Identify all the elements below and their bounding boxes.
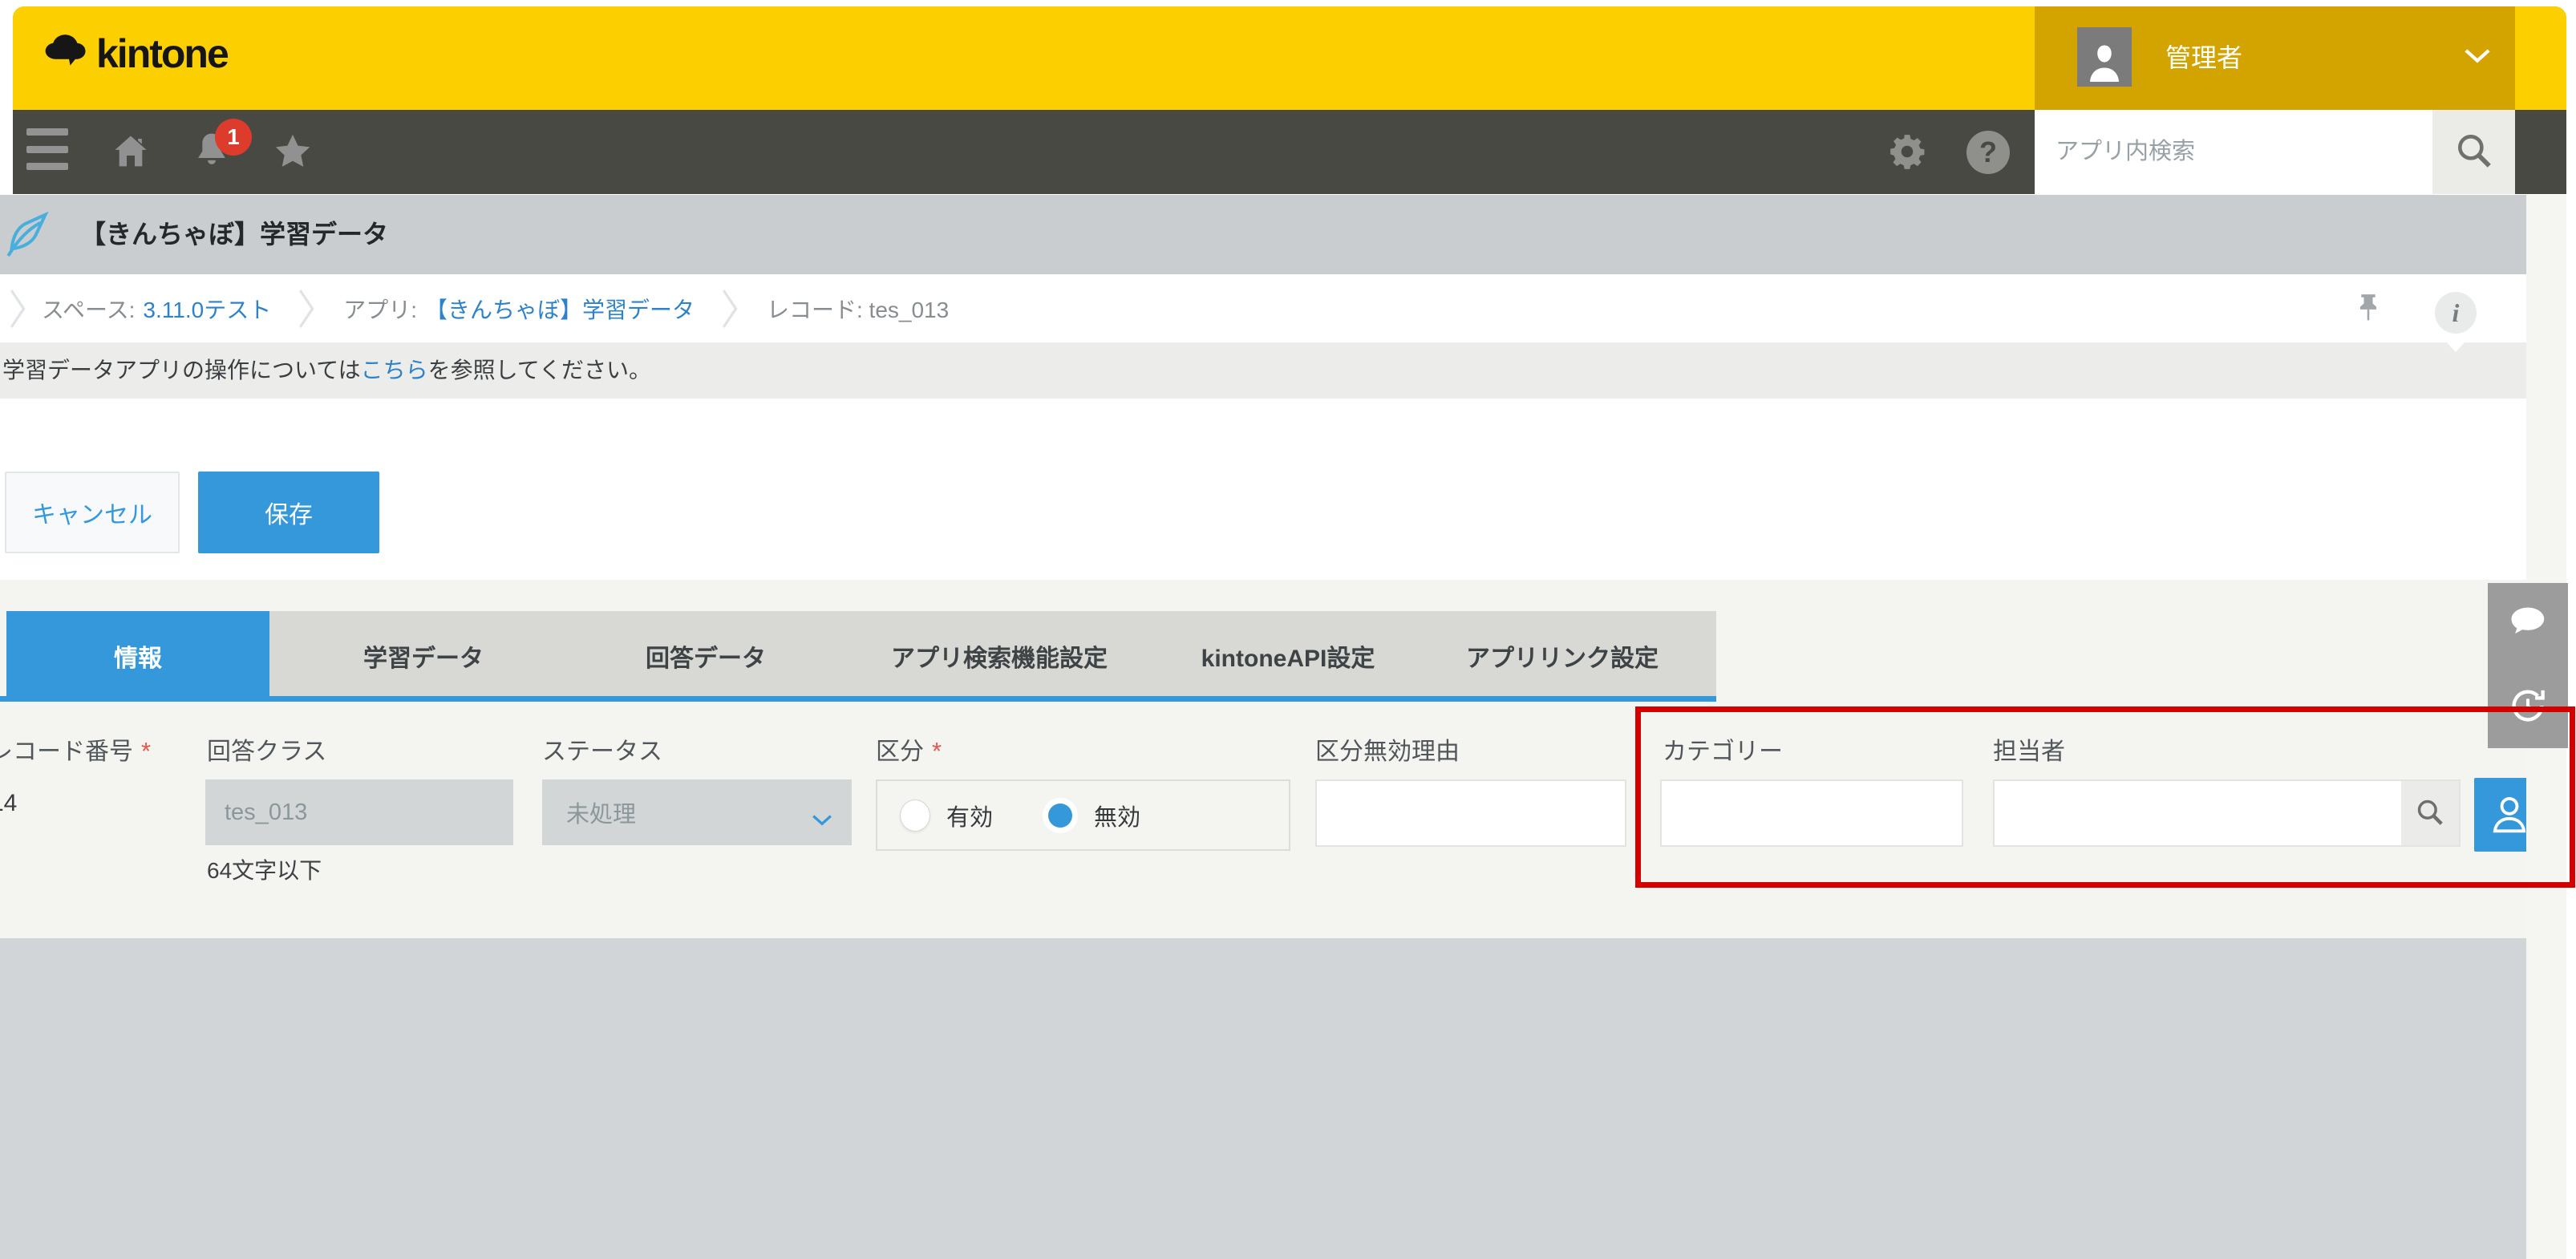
flag-reason-label: 区分無効理由: [1315, 731, 1460, 767]
pin-icon[interactable]: [2353, 292, 2384, 331]
user-menu-chevron-icon[interactable]: [2464, 48, 2491, 68]
breadcrumb: スペース: 3.11.0テスト アプリ: 【きんちゃぼ】学習データ レコード: …: [0, 274, 2526, 342]
assignee-label: 担当者: [1993, 731, 2065, 767]
search-button[interactable]: [2432, 110, 2515, 194]
select-chevron-icon: [812, 807, 832, 833]
answer-class-helper: 64文字以下: [207, 853, 322, 885]
breadcrumb-lead-chevron-icon: [10, 289, 27, 329]
category-label: カテゴリー: [1663, 731, 1783, 767]
flag-reason-input[interactable]: [1315, 779, 1626, 847]
category-flag-group: 有効 無効: [876, 779, 1290, 851]
search-icon: [2454, 131, 2494, 173]
person-icon: [2080, 37, 2128, 87]
help-icon[interactable]: ?: [1966, 131, 2010, 174]
radio-option-enabled[interactable]: 有効: [900, 799, 993, 832]
record-side-toolbar: [2488, 583, 2568, 748]
user-name: 管理者: [2165, 6, 2242, 110]
breadcrumb-space-link[interactable]: 3.11.0テスト: [143, 293, 271, 325]
record-number-label: レコード番号*: [0, 731, 151, 767]
breadcrumb-space-label: スペース:: [42, 293, 135, 325]
assignee-input[interactable]: [1995, 781, 2401, 845]
favorites-star-icon[interactable]: [270, 130, 315, 177]
app-search-input[interactable]: [2035, 110, 2432, 194]
answer-class-field: tes_013: [205, 779, 513, 845]
cancel-button[interactable]: キャンセル: [5, 472, 180, 553]
radio-label: 無効: [1094, 799, 1140, 832]
category-flag-label: 区分*: [876, 731, 942, 767]
radio-unselected-icon: [900, 800, 930, 832]
record-info-icon[interactable]: i: [2435, 292, 2477, 334]
tab-learning-data[interactable]: 学習データ: [363, 611, 484, 701]
breadcrumb-chevron-icon: [298, 289, 316, 329]
info-caret: [2444, 340, 2467, 352]
home-icon[interactable]: [110, 130, 152, 177]
logo-text: kintone: [96, 30, 228, 77]
breadcrumb-chevron-icon: [722, 289, 739, 329]
record-number-value: 14: [0, 790, 17, 817]
info-here-link[interactable]: こちら: [361, 358, 428, 383]
menu-hamburger-icon[interactable]: [26, 128, 68, 170]
assignee-search-button[interactable]: [2401, 781, 2459, 845]
status-value: 未処理: [566, 795, 636, 829]
breadcrumb-app-link[interactable]: 【きんちゃぼ】学習データ: [425, 293, 695, 325]
tab-kintone-api-settings[interactable]: kintoneAPI設定: [1201, 611, 1375, 701]
page-title: 【きんちゃぼ】学習データ: [80, 195, 388, 274]
category-input[interactable]: [1660, 779, 1963, 847]
breadcrumb-record-label: レコード: tes_013: [767, 293, 949, 325]
app-pencil-icon: [3, 202, 51, 273]
status-select: 未処理: [542, 779, 852, 845]
radio-label: 有効: [946, 799, 993, 832]
assignee-field: [1993, 779, 2461, 847]
breadcrumb-app-label: アプリ:: [343, 293, 417, 325]
required-mark: *: [141, 737, 151, 765]
info-text-after: を参照してください。: [428, 358, 651, 383]
required-mark: *: [932, 737, 942, 765]
history-clock-icon: [2507, 717, 2549, 729]
cloud-logo-icon: [42, 32, 88, 76]
speech-bubble-icon: [2505, 634, 2550, 646]
history-button[interactable]: [2507, 685, 2549, 729]
radio-option-disabled[interactable]: 無効: [1043, 798, 1140, 833]
comments-button[interactable]: [2505, 603, 2550, 646]
user-avatar[interactable]: [2077, 27, 2132, 87]
info-text-before: 学習データアプリの操作については: [2, 358, 361, 383]
info-message-bar: 学習データアプリの操作についてはこちらを参照してください。: [0, 342, 2526, 399]
settings-gear-icon[interactable]: [1887, 132, 1927, 176]
tab-app-search-settings[interactable]: アプリ検索機能設定: [891, 611, 1108, 701]
tab-info[interactable]: 情報: [6, 611, 269, 701]
status-label: ステータス: [542, 731, 662, 767]
radio-selected-icon: [1043, 798, 1078, 833]
kintone-record-edit-screen: kintone 管理者 1 ? 【きんちゃぼ】学習データ スペース:: [0, 0, 2576, 1259]
tab-app-link-settings[interactable]: アプリリンク設定: [1466, 611, 1659, 701]
notification-badge: 1: [215, 119, 252, 156]
bottom-panel: [0, 938, 2526, 1259]
search-icon: [2415, 797, 2445, 830]
answer-class-label: 回答クラス: [207, 731, 326, 767]
kintone-logo[interactable]: kintone: [42, 30, 228, 77]
tab-answer-data[interactable]: 回答データ: [646, 611, 766, 701]
save-button[interactable]: 保存: [198, 472, 379, 553]
